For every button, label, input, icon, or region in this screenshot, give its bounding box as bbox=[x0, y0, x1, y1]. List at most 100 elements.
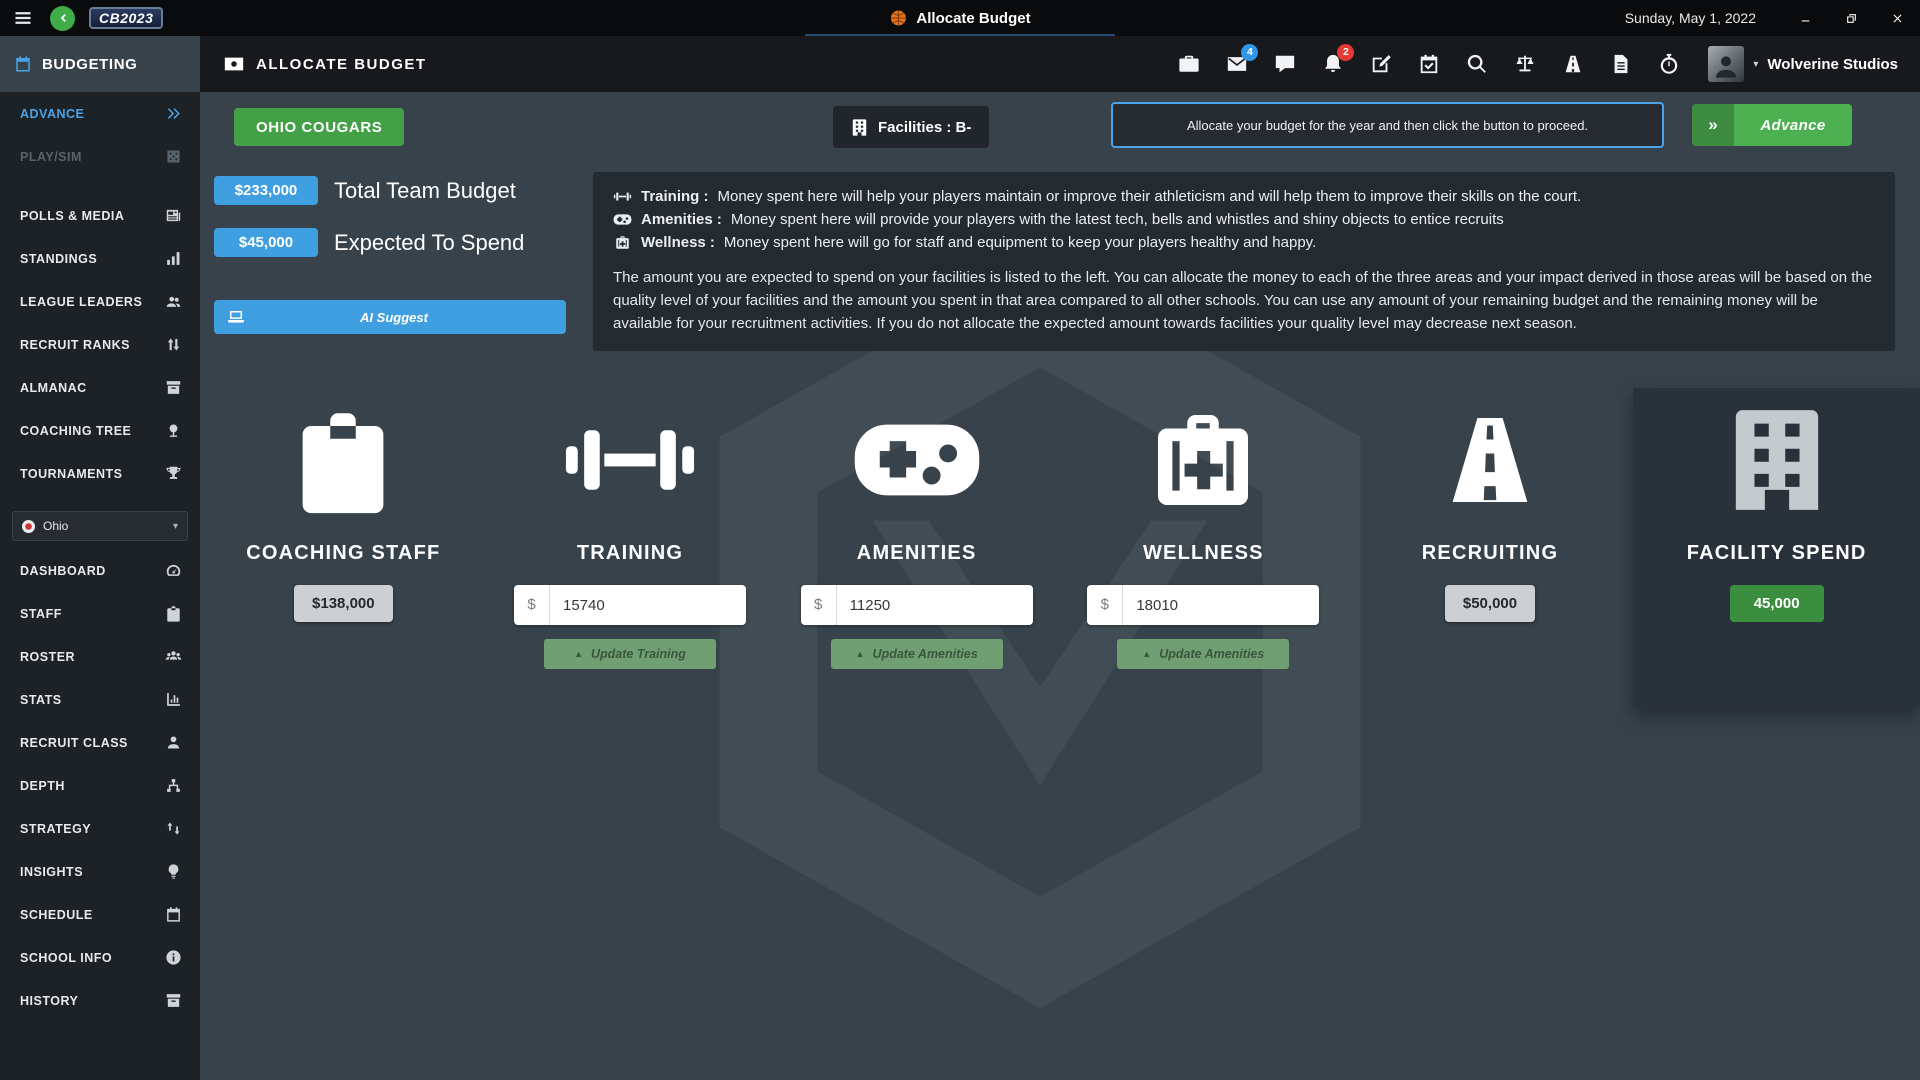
road-icon bbox=[1431, 404, 1549, 516]
sort-arrows-icon bbox=[165, 336, 182, 353]
sidebar-item-staff[interactable]: STAFF bbox=[0, 592, 200, 635]
sidebar-item-polls-media[interactable]: POLLS & MEDIA bbox=[0, 194, 200, 237]
ai-suggest-button[interactable]: AI Suggest bbox=[214, 300, 566, 334]
advance-button[interactable]: » Advance bbox=[1692, 104, 1852, 146]
sidebar-item-schedule[interactable]: SCHEDULE bbox=[0, 893, 200, 936]
sidebar-item-dashboard[interactable]: DASHBOARD bbox=[0, 549, 200, 592]
sidebar-item-almanac[interactable]: ALMANAC bbox=[0, 366, 200, 409]
sidebar-item-play-sim[interactable]: PLAY/SIM bbox=[0, 135, 200, 178]
category-training: TRAINING $ ▲ Update Training bbox=[487, 388, 774, 708]
up-down-arrows-icon bbox=[165, 820, 182, 837]
info-paragraph: The amount you are expected to spend on … bbox=[613, 266, 1875, 335]
gamepad-icon bbox=[613, 212, 632, 227]
clipboard-icon bbox=[292, 404, 394, 516]
notes-icon[interactable] bbox=[1607, 51, 1634, 78]
gauge-icon bbox=[165, 562, 182, 579]
tree-icon bbox=[165, 422, 182, 439]
caret-up-icon: ▲ bbox=[856, 649, 865, 659]
category-label: FACILITY SPEND bbox=[1687, 542, 1867, 565]
currency-symbol: $ bbox=[514, 585, 550, 625]
sidebar-item-tournaments[interactable]: TOURNAMENTS bbox=[0, 452, 200, 495]
info-line-training: Training : Money spent here will help yo… bbox=[613, 186, 1875, 207]
dumbbell-icon bbox=[613, 189, 632, 204]
close-button[interactable] bbox=[1874, 0, 1920, 36]
sidebar-item-insights[interactable]: INSIGHTS bbox=[0, 850, 200, 893]
category-coaching-staff: COACHING STAFF $138,000 bbox=[200, 388, 487, 708]
total-budget-label: Total Team Budget bbox=[334, 178, 516, 204]
recruiting-value: $50,000 bbox=[1445, 585, 1535, 622]
sidebar-item-league-leaders[interactable]: LEAGUE LEADERS bbox=[0, 280, 200, 323]
titlebar-accent-line bbox=[805, 34, 1115, 36]
maximize-button[interactable] bbox=[1828, 0, 1874, 36]
sidebar-item-strategy[interactable]: STRATEGY bbox=[0, 807, 200, 850]
update-amenities-button[interactable]: ▲ Update Amenities bbox=[831, 639, 1003, 669]
money-icon bbox=[222, 53, 246, 75]
road-icon[interactable] bbox=[1559, 51, 1586, 78]
double-chevron-right-icon bbox=[165, 105, 182, 122]
training-amount-input[interactable] bbox=[550, 597, 746, 614]
scales-icon[interactable] bbox=[1511, 51, 1538, 78]
calendar-check-icon[interactable] bbox=[1415, 51, 1442, 78]
update-wellness-button[interactable]: ▲ Update Amenities bbox=[1117, 639, 1289, 669]
window-titlebar: CB2023 Allocate Budget Sunday, May 1, 20… bbox=[0, 0, 1920, 36]
team-select[interactable]: Ohio ▾ bbox=[12, 511, 188, 541]
chat-icon[interactable] bbox=[1271, 51, 1298, 78]
wellness-amount-input[interactable] bbox=[1123, 597, 1319, 614]
compose-icon[interactable] bbox=[1367, 51, 1394, 78]
sidebar-item-advance[interactable]: ADVANCE bbox=[0, 92, 200, 135]
category-label: RECRUITING bbox=[1422, 542, 1558, 565]
facility-spend-value: 45,000 bbox=[1730, 585, 1824, 622]
sidebar-item-history[interactable]: HISTORY bbox=[0, 979, 200, 1022]
sidebar-item-depth[interactable]: DEPTH bbox=[0, 764, 200, 807]
sidebar-item-coaching-tree[interactable]: COACHING TREE bbox=[0, 409, 200, 452]
category-label: AMENITIES bbox=[857, 542, 977, 565]
sidebar-item-roster[interactable]: ROSTER bbox=[0, 635, 200, 678]
wellness-input-group: $ bbox=[1087, 585, 1319, 625]
hamburger-menu-button[interactable] bbox=[10, 5, 36, 31]
training-input-group: $ bbox=[514, 585, 746, 625]
info-panel: Training : Money spent here will help yo… bbox=[593, 172, 1895, 351]
sidebar-divider bbox=[0, 178, 200, 194]
total-budget-value: $233,000 bbox=[214, 176, 318, 205]
amenities-input-group: $ bbox=[801, 585, 1033, 625]
window-title: Allocate Budget bbox=[916, 10, 1030, 27]
minimize-button[interactable] bbox=[1782, 0, 1828, 36]
sidebar-item-recruit-ranks[interactable]: RECRUIT RANKS bbox=[0, 323, 200, 366]
amenities-amount-input[interactable] bbox=[837, 597, 1033, 614]
stopwatch-icon[interactable] bbox=[1655, 51, 1682, 78]
info-line-wellness: Wellness : Money spent here will go for … bbox=[613, 232, 1875, 253]
sidebar-item-standings[interactable]: STANDINGS bbox=[0, 237, 200, 280]
search-icon[interactable] bbox=[1463, 51, 1490, 78]
people-icon bbox=[165, 293, 182, 310]
sidebar-item-school-info[interactable]: SCHOOL INFO bbox=[0, 936, 200, 979]
expected-spend-row: $45,000 Expected To Spend bbox=[214, 228, 524, 257]
team-logo-icon bbox=[22, 520, 35, 533]
category-facility-spend: FACILITY SPEND 45,000 bbox=[1633, 388, 1920, 708]
total-budget-row: $233,000 Total Team Budget bbox=[214, 176, 516, 205]
app-logo: CB2023 bbox=[89, 7, 163, 29]
sidebar: BUDGETING ADVANCE PLAY/SIM POLLS & MEDIA… bbox=[0, 36, 200, 1080]
trophy-icon bbox=[165, 465, 182, 482]
archive-box-icon bbox=[165, 992, 182, 1009]
facilities-grade-button[interactable]: Facilities : B- bbox=[833, 106, 989, 148]
info-line-amenities: Amenities : Money spent here will provid… bbox=[613, 209, 1875, 230]
back-button[interactable] bbox=[50, 6, 75, 31]
briefcase-icon[interactable] bbox=[1175, 51, 1202, 78]
team-name-button[interactable]: OHIO COUGARS bbox=[234, 108, 404, 146]
update-training-button[interactable]: ▲ Update Training bbox=[544, 639, 716, 669]
expected-spend-value: $45,000 bbox=[214, 228, 318, 257]
sidebar-item-stats[interactable]: STATS bbox=[0, 678, 200, 721]
sitemap-icon bbox=[165, 777, 182, 794]
page-title: ALLOCATE BUDGET bbox=[222, 53, 427, 75]
building-icon bbox=[1725, 402, 1829, 518]
gamepad-icon bbox=[851, 414, 983, 506]
info-icon bbox=[165, 949, 182, 966]
mail-icon[interactable]: 4 bbox=[1223, 51, 1250, 78]
notifications-bell-icon[interactable]: 2 bbox=[1319, 51, 1346, 78]
user-menu[interactable]: ▾ Wolverine Studios bbox=[1708, 46, 1898, 82]
dumbbell-icon bbox=[565, 405, 695, 515]
mail-badge: 4 bbox=[1241, 44, 1258, 61]
notifications-badge: 2 bbox=[1337, 44, 1354, 61]
calendar-icon bbox=[14, 55, 32, 73]
sidebar-item-recruit-class[interactable]: RECRUIT CLASS bbox=[0, 721, 200, 764]
